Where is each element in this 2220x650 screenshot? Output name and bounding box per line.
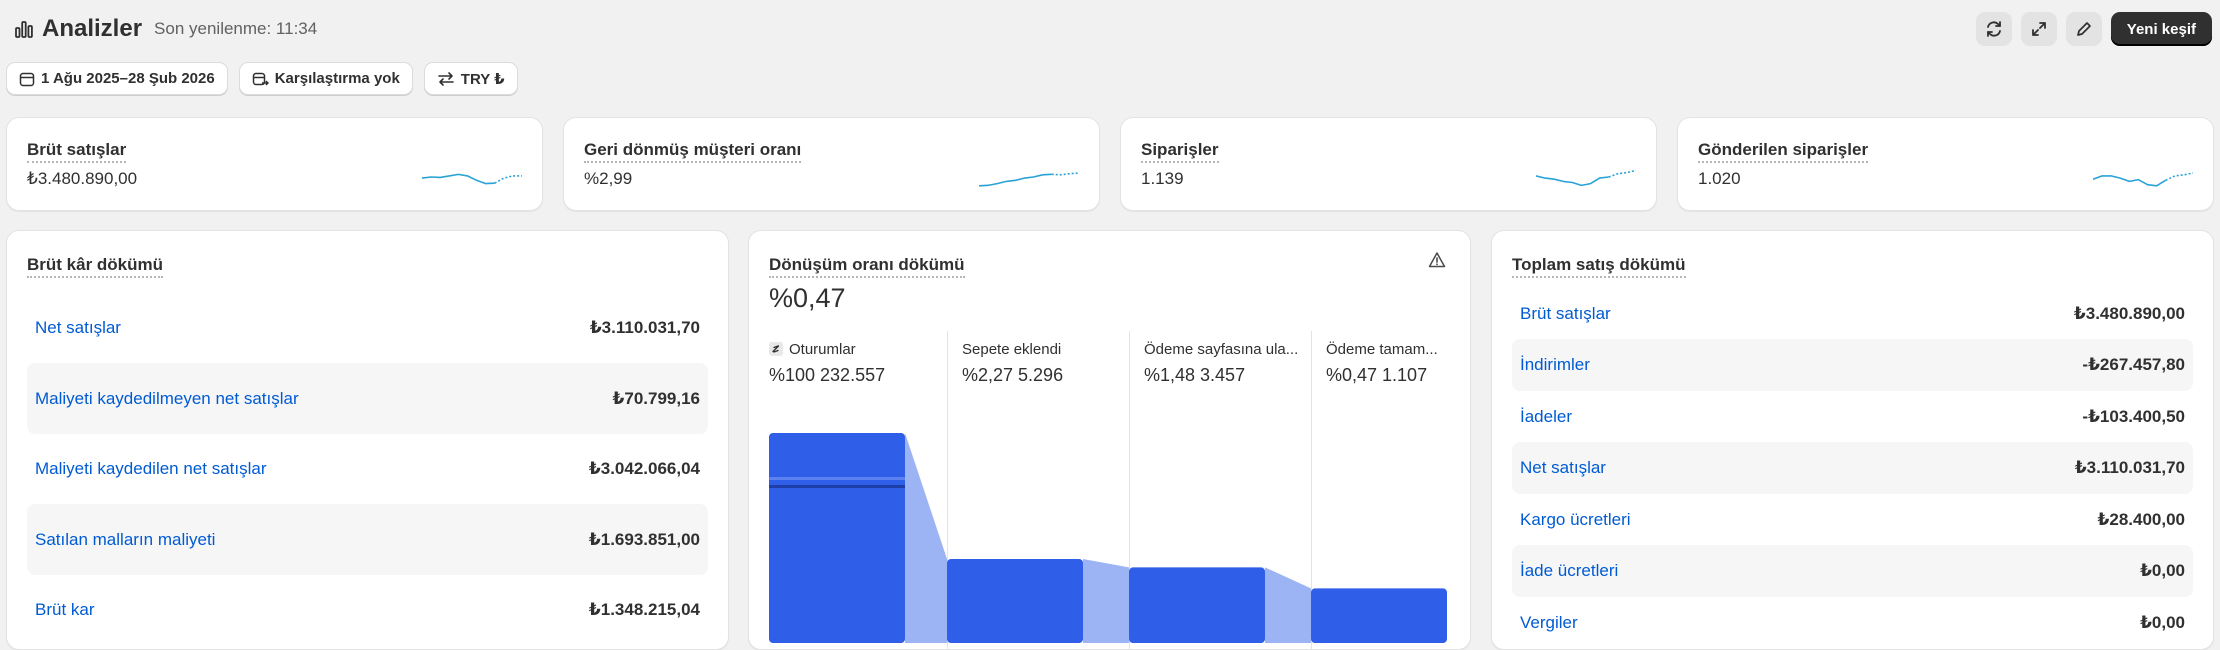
currency-picker[interactable]: TRY ₺ [423, 62, 518, 95]
table-row: Maliyeti kaydedilen net satışlar ₺3.042.… [27, 434, 708, 504]
edit-button[interactable] [2065, 12, 2102, 46]
row-value: ₺3.480.890,00 [2073, 304, 2185, 323]
refresh-button[interactable] [1975, 12, 2012, 46]
table-row: İndirimler -₺267.457,80 [1512, 339, 2193, 391]
panel-title[interactable]: Brüt kâr dökümü [27, 255, 164, 278]
table-row: Brüt kar ₺1.348.215,04 [27, 575, 708, 645]
currency-label: TRY ₺ [460, 70, 505, 88]
metric-card-gross-sales[interactable]: Brüt satışlar ₺3.480.890,00 [6, 117, 543, 211]
page-title: Analizler [42, 15, 143, 42]
analytics-chart-icon [14, 18, 36, 40]
sparkline-line [1536, 175, 1609, 187]
table-row: Brüt satışlar ₺3.480.890,00 [1512, 289, 2193, 339]
row-label-link[interactable]: Net satışlar [1520, 458, 1606, 478]
row-label-link[interactable]: Maliyeti kaydedilmeyen net satışlar [35, 389, 299, 409]
row-label-link[interactable]: Brüt satışlar [1520, 304, 1611, 324]
row-value: -₺103.400,50 [2082, 406, 2185, 426]
comparison-picker[interactable]: Karşılaştırma yok [238, 62, 413, 95]
row-label-link[interactable]: Brüt kar [35, 600, 95, 620]
expand-icon [2031, 22, 2046, 36]
sparkline-chart [422, 173, 522, 185]
currency-exchange-icon [437, 71, 454, 86]
metric-label: Gönderilen siparişler [1698, 140, 1869, 163]
sparkline-line [2093, 175, 2167, 187]
funnel-bar-segment [769, 485, 905, 488]
sparkline-chart [979, 172, 1079, 187]
new-explore-button[interactable]: Yeni keşif [2110, 12, 2212, 46]
row-value: ₺3.110.031,70 [2074, 458, 2185, 477]
sparkline-line [422, 173, 495, 185]
metric-label: Siparişler [1141, 140, 1219, 163]
table-row: Satılan malların maliyeti ₺1.693.851,00 [27, 504, 708, 575]
conversion-funnel-chart [769, 433, 1447, 643]
panel-title[interactable]: Toplam satış dökümü [1512, 255, 1686, 278]
row-label-link[interactable]: İade ücretleri [1520, 561, 1618, 581]
row-value: ₺0,00 [2140, 612, 2185, 632]
table-row: İade ücretleri ₺0,00 [1512, 545, 2193, 597]
calendar-icon [19, 72, 35, 86]
comparison-label: Karşılaştırma yok [274, 70, 400, 87]
refresh-icon [1986, 21, 2001, 37]
table-row: Net satışlar ₺3.110.031,70 [1512, 442, 2193, 494]
funnel-bar-segment [769, 477, 905, 480]
metric-label: Geri dönmüş müşteri oranı [584, 140, 802, 163]
table-row: İadeler -₺103.400,50 [1512, 391, 2193, 442]
row-value: -₺267.457,80 [2082, 355, 2185, 374]
sparkline-forecast [1051, 172, 1079, 176]
date-range-picker[interactable]: 1 Ağu 2025–28 Şub 2026 [6, 62, 228, 95]
conversion-rate-panel: Dönüşüm oranı dökümü %0,47 Oturumlar %10… [748, 230, 1471, 650]
row-label-link[interactable]: Satılan malların maliyeti [35, 530, 215, 550]
metric-card-returning-customer-rate[interactable]: Geri dönmüş müşteri oranı %2,99 [563, 117, 1100, 211]
funnel-bar[interactable] [1129, 567, 1265, 643]
funnel-bar[interactable] [947, 559, 1083, 643]
calendar-compare-icon [252, 72, 269, 85]
sparkline-chart [1536, 169, 1636, 187]
funnel-dropoff [1083, 559, 1129, 643]
row-value: ₺70.799,16 [612, 388, 700, 408]
table-row: Kargo ücretleri ₺28.400,00 [1512, 494, 2193, 545]
sparkline-forecast [494, 175, 522, 184]
sparkline-line [979, 173, 1052, 187]
row-label-link[interactable]: Net satışlar [35, 318, 121, 338]
funnel-dropoff [905, 433, 947, 643]
table-row: Vergiler ₺0,00 [1512, 597, 2193, 648]
table-row: Maliyeti kaydedilmeyen net satışlar ₺70.… [27, 363, 708, 434]
row-value: ₺1.348.215,04 [588, 600, 700, 619]
sparkline-forecast [2165, 172, 2193, 182]
row-value: ₺3.042.066,04 [588, 459, 700, 478]
metric-card-orders[interactable]: Siparişler 1.139 [1120, 117, 1657, 211]
page-header: Analizler Son yenilenme: 11:34 Yeni keşi… [14, 12, 2212, 46]
table-row: Net satışlar ₺3.110.031,70 [27, 293, 708, 363]
pencil-icon [2076, 22, 2091, 36]
date-range-label: 1 Ağu 2025–28 Şub 2026 [41, 70, 215, 87]
funnel-bar[interactable] [769, 433, 905, 643]
row-value: ₺1.693.851,00 [588, 529, 700, 549]
row-label-link[interactable]: Kargo ücretleri [1520, 510, 1631, 530]
gross-profit-panel: Brüt kâr dökümü Net satışlar ₺3.110.031,… [6, 230, 729, 650]
funnel-dropoff [1265, 567, 1311, 643]
row-label-link[interactable]: İadeler [1520, 407, 1572, 427]
row-label-link[interactable]: İndirimler [1520, 355, 1590, 375]
sparkline-chart [2093, 172, 2193, 187]
metric-label: Brüt satışlar [27, 140, 127, 163]
funnel-bar[interactable] [1311, 588, 1447, 643]
row-label-link[interactable]: Maliyeti kaydedilen net satışlar [35, 459, 267, 479]
total-sales-panel: Toplam satış dökümü Brüt satışlar ₺3.480… [1491, 230, 2214, 650]
filter-bar: 1 Ağu 2025–28 Şub 2026 Karşılaştırma yok… [6, 62, 529, 96]
sparkline-forecast [1608, 169, 1636, 178]
row-label-link[interactable]: Vergiler [1520, 613, 1578, 633]
row-value: ₺3.110.031,70 [589, 318, 700, 337]
row-value: ₺28.400,00 [2097, 509, 2185, 529]
row-value: ₺0,00 [2140, 561, 2185, 580]
metric-card-fulfilled-orders[interactable]: Gönderilen siparişler 1.020 [1677, 117, 2214, 211]
fullscreen-button[interactable] [2020, 12, 2057, 46]
last-refresh-text: Son yenilenme: 11:34 [154, 19, 318, 38]
